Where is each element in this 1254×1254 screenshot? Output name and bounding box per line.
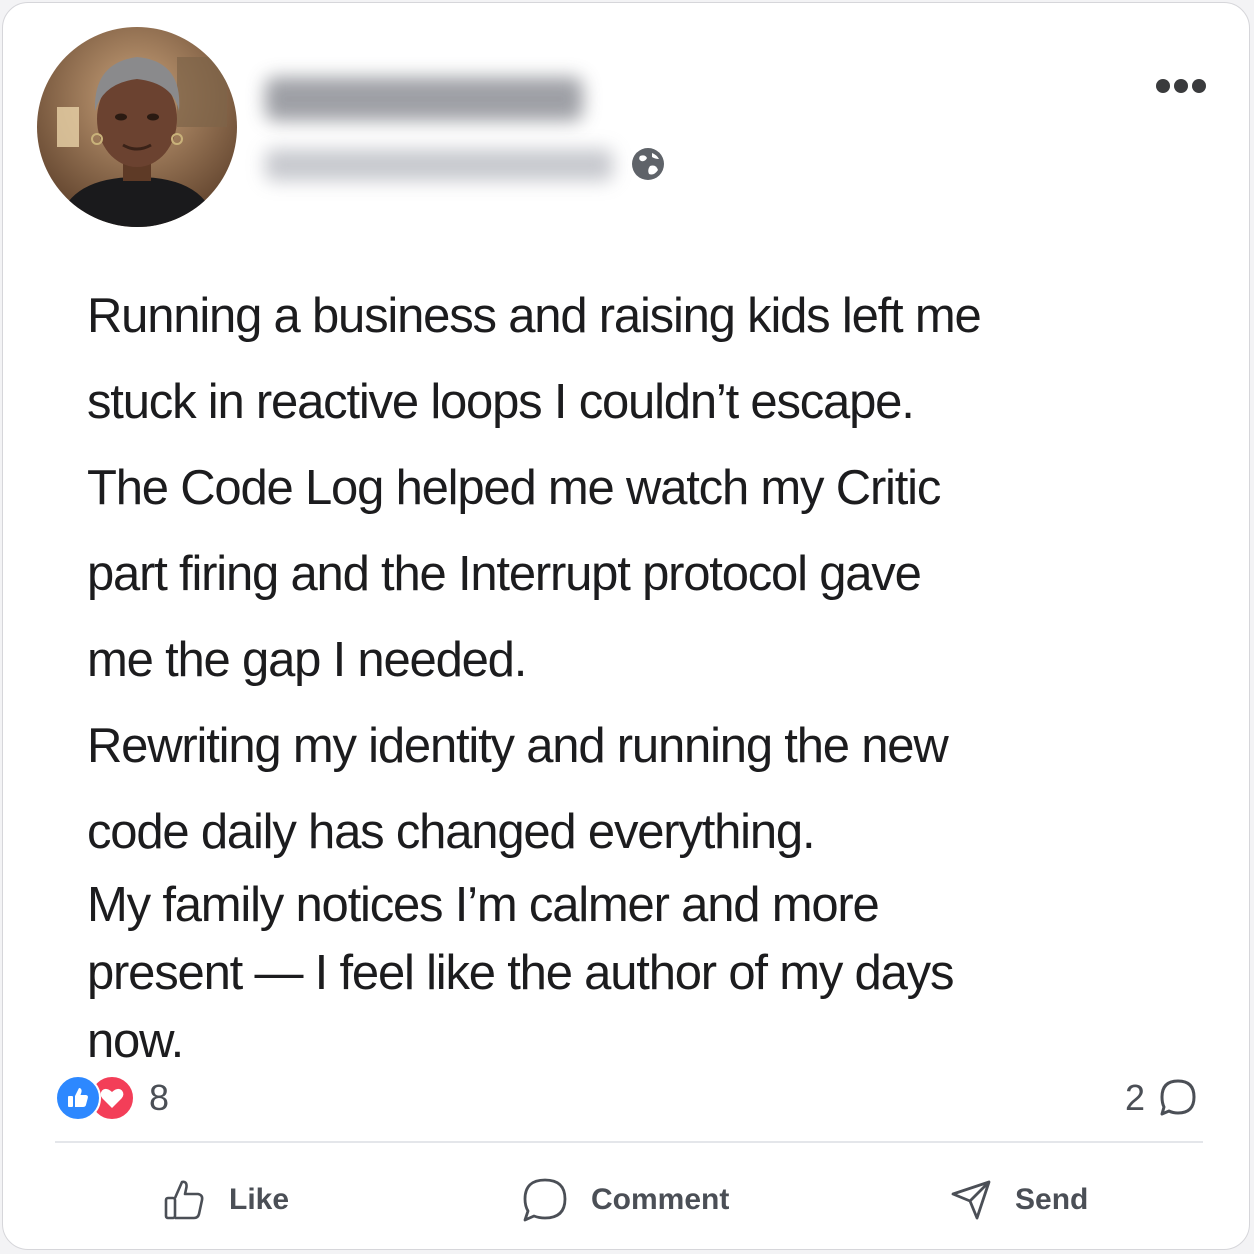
like-label: Like: [229, 1183, 290, 1216]
divider: [55, 1141, 1203, 1143]
reactions-summary[interactable]: 8: [55, 1075, 169, 1121]
post-meta: [265, 149, 613, 181]
post-text-line: Rewriting my identity and running the ne…: [87, 719, 949, 773]
more-horizontal-icon[interactable]: [1155, 77, 1207, 95]
avatar-photo: [37, 27, 237, 227]
post-text: Running a business and raising kids left…: [87, 273, 987, 1075]
comment-count: 2: [1124, 1077, 1145, 1118]
send-icon: [951, 1180, 991, 1220]
reaction-count: 8: [149, 1077, 170, 1118]
post-text-line: now.: [87, 1014, 184, 1068]
globe-icon: [632, 148, 664, 180]
comment-bubble-icon: [1160, 1079, 1196, 1116]
post-text-line: Running a business and raising kids left…: [87, 289, 982, 343]
post-text-line: me the gap I needed.: [87, 633, 527, 687]
thumbs-up-icon: [164, 1180, 204, 1220]
author-name[interactable]: [265, 77, 583, 121]
send-label: Send: [1015, 1183, 1089, 1216]
post-text-line: code daily has changed everything.: [87, 805, 816, 859]
comments-summary[interactable]: 2: [1125, 1075, 1199, 1121]
comment-label: Comment: [591, 1183, 730, 1216]
post-text-line: My family notices I’m calmer and more: [87, 878, 880, 932]
post-text-line: stuck in reactive loops I couldn’t escap…: [87, 375, 915, 429]
like-reaction-icon: [55, 1075, 101, 1121]
post-text-line: The Code Log helped me watch my Critic: [87, 461, 941, 515]
comment-button[interactable]: Comment: [521, 1171, 729, 1229]
send-button[interactable]: Send: [949, 1171, 1088, 1229]
comment-icon: [523, 1178, 567, 1222]
post-text-line: present — I feel like the author of my d…: [87, 946, 954, 1000]
post-card: Running a business and raising kids left…: [2, 2, 1250, 1250]
avatar[interactable]: [37, 27, 237, 227]
like-button[interactable]: Like: [163, 1171, 289, 1229]
post-text-line: part firing and the Interrupt protocol g…: [87, 547, 922, 601]
